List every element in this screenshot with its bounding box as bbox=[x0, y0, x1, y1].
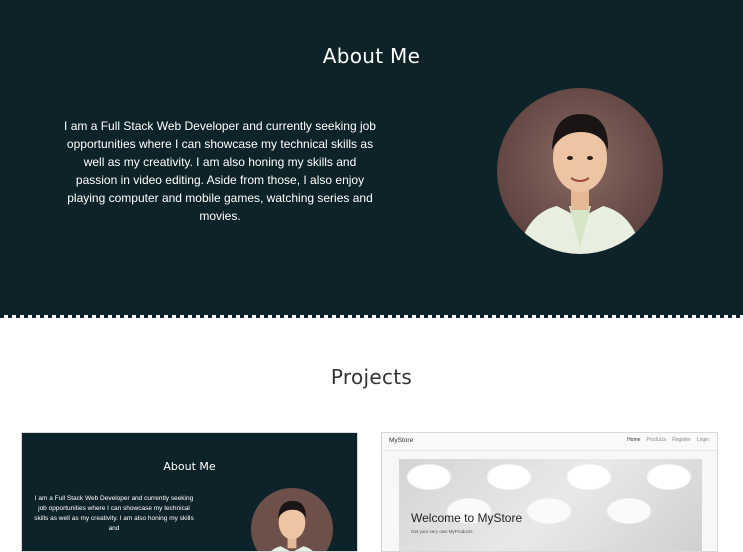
nav-register: Register bbox=[672, 437, 691, 443]
card-subtitle: Get your very own MyProducts bbox=[411, 529, 473, 534]
card-navbar: MyStore Home Products Register Login bbox=[382, 433, 717, 451]
project-card-mystore[interactable]: MyStore Home Products Register Login Wel… bbox=[381, 432, 718, 552]
section-divider bbox=[0, 313, 743, 318]
nav-login: Login bbox=[696, 437, 709, 443]
card-brand: MyStore bbox=[389, 437, 414, 444]
card-welcome: Welcome to MyStore bbox=[411, 511, 523, 525]
nav-products: Products bbox=[646, 437, 667, 443]
about-section: About Me I am a Full Stack Web Developer… bbox=[0, 0, 743, 313]
card-hero-banner: Welcome to MyStore Get your very own MyP… bbox=[399, 459, 702, 551]
projects-title: Projects bbox=[330, 365, 413, 389]
card-profile-photo bbox=[251, 488, 333, 551]
card-nav-links: Home Products Register Login bbox=[627, 437, 709, 443]
nav-home: Home bbox=[627, 437, 641, 443]
card-title: About Me bbox=[163, 460, 216, 473]
card-text: I am a Full Stack Web Developer and curr… bbox=[34, 495, 194, 532]
project-card-portfolio[interactable]: About Me I am a Full Stack Web Developer… bbox=[21, 432, 358, 552]
profile-photo bbox=[497, 88, 663, 254]
about-bio: I am a Full Stack Web Developer and curr… bbox=[64, 119, 376, 223]
about-title: About Me bbox=[322, 44, 421, 68]
